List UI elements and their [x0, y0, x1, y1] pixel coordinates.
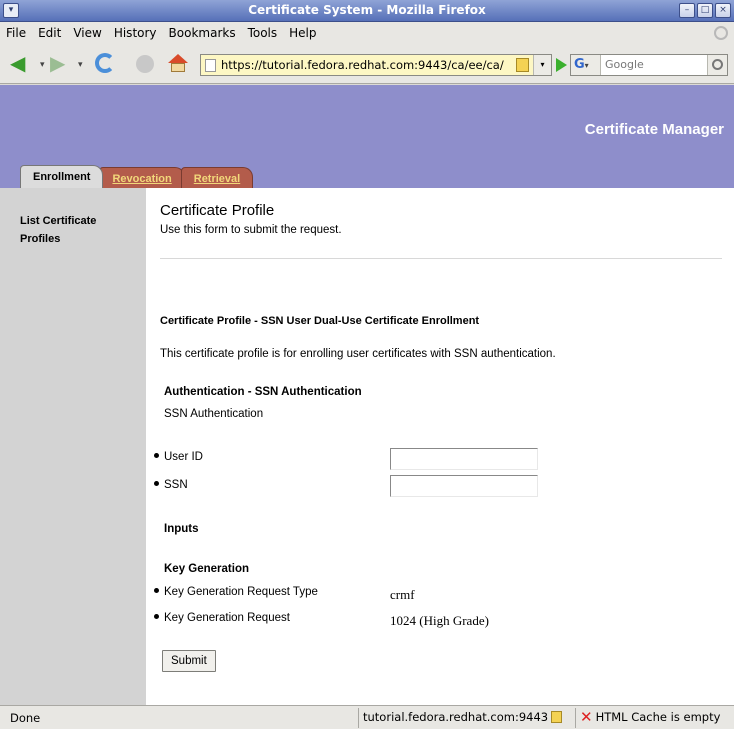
- bullet-icon: [154, 481, 159, 486]
- keygen-request-value: 1024 (High Grade): [390, 613, 489, 628]
- navigation-toolbar: ◀ ▾ ▶ ▾ https://tutorial.fedora.redhat.c…: [0, 44, 734, 84]
- auth-name: SSN Authentication: [164, 408, 264, 420]
- inputs-title: Inputs: [164, 523, 199, 535]
- ssn-input[interactable]: [390, 475, 538, 497]
- back-dropdown-icon[interactable]: ▾: [40, 60, 45, 70]
- lock-icon[interactable]: [516, 58, 529, 72]
- search-box[interactable]: G▾ Google: [570, 54, 728, 76]
- close-icon[interactable]: ×: [715, 3, 731, 18]
- menu-bar: File Edit View History Bookmarks Tools Help: [0, 22, 734, 44]
- bullet-icon: [154, 453, 159, 458]
- minimize-icon[interactable]: –: [679, 3, 695, 18]
- header-banner: Certificate Manager Enrollment Revocatio…: [0, 85, 734, 188]
- throbber-icon: [714, 26, 728, 40]
- menu-help[interactable]: Help: [283, 22, 322, 40]
- search-icon[interactable]: [707, 55, 727, 75]
- bullet-icon: [154, 588, 159, 593]
- divider: [160, 258, 722, 259]
- tab-revocation[interactable]: Revocation: [99, 167, 185, 188]
- maximize-icon[interactable]: □: [697, 3, 713, 18]
- go-arrow-icon[interactable]: [556, 58, 567, 72]
- menu-file[interactable]: File: [0, 22, 32, 40]
- menu-edit[interactable]: Edit: [32, 22, 67, 40]
- menu-bookmarks[interactable]: Bookmarks: [163, 22, 242, 40]
- search-placeholder: Google: [605, 58, 644, 71]
- keygen-type-value: crmf: [390, 587, 415, 602]
- auth-title: Authentication - SSN Authentication: [164, 386, 362, 398]
- window-titlebar: ▾ Certificate System - Mozilla Firefox –…: [0, 0, 734, 22]
- user-id-label: User ID: [154, 451, 203, 463]
- x-icon: ✕: [580, 708, 593, 726]
- ssn-label: SSN: [154, 479, 188, 491]
- main-content: Certificate Profile Use this form to sub…: [146, 188, 734, 705]
- stop-icon[interactable]: [136, 55, 154, 73]
- profile-description: This certificate profile is for enrollin…: [160, 348, 556, 360]
- keygen-request-label: Key Generation Request: [154, 612, 290, 624]
- menu-history[interactable]: History: [108, 22, 163, 40]
- back-arrow-icon[interactable]: ◀: [10, 53, 38, 74]
- keygen-type-label: Key Generation Request Type: [154, 586, 318, 598]
- submit-button[interactable]: Submit: [162, 650, 216, 672]
- page-icon: [205, 59, 216, 72]
- forward-dropdown-icon[interactable]: ▾: [78, 60, 83, 70]
- status-text: Done: [10, 711, 41, 725]
- url-bar[interactable]: https://tutorial.fedora.redhat.com:9443/…: [200, 54, 552, 76]
- keygen-title: Key Generation: [164, 563, 249, 575]
- bullet-icon: [154, 614, 159, 619]
- url-text: https://tutorial.fedora.redhat.com:9443/…: [221, 58, 504, 72]
- forward-arrow-icon[interactable]: ▶: [50, 53, 74, 74]
- user-id-input[interactable]: [390, 448, 538, 470]
- sidebar-item-list-certificate-profiles[interactable]: List Certificate Profiles: [20, 212, 130, 248]
- tab-bar: Enrollment Revocation Retrieval: [20, 165, 254, 188]
- lock-icon[interactable]: [551, 711, 563, 723]
- home-icon[interactable]: [168, 54, 188, 72]
- menu-tools[interactable]: Tools: [242, 22, 284, 40]
- reload-icon[interactable]: [95, 53, 115, 73]
- status-host: tutorial.fedora.redhat.com:9443: [358, 708, 563, 728]
- tab-enrollment[interactable]: Enrollment: [20, 165, 104, 188]
- profile-name: Certificate Profile - SSN User Dual-Use …: [160, 315, 480, 327]
- brand-title: Certificate Manager: [584, 121, 724, 138]
- google-engine-icon[interactable]: G▾: [571, 55, 601, 75]
- tab-retrieval[interactable]: Retrieval: [180, 167, 254, 188]
- menu-view[interactable]: View: [67, 22, 107, 40]
- page-title: Certificate Profile: [160, 202, 275, 219]
- page-subtitle: Use this form to submit the request.: [160, 224, 342, 236]
- url-dropdown-icon[interactable]: ▾: [533, 55, 551, 75]
- web-page: Certificate Manager Enrollment Revocatio…: [0, 85, 734, 705]
- sidebar: List Certificate Profiles: [0, 188, 146, 705]
- status-bar: Done tutorial.fedora.redhat.com:9443 ✕ HT…: [0, 705, 734, 729]
- window-title: Certificate System - Mozilla Firefox: [248, 3, 486, 17]
- status-cache[interactable]: ✕ HTML Cache is empty: [575, 708, 720, 728]
